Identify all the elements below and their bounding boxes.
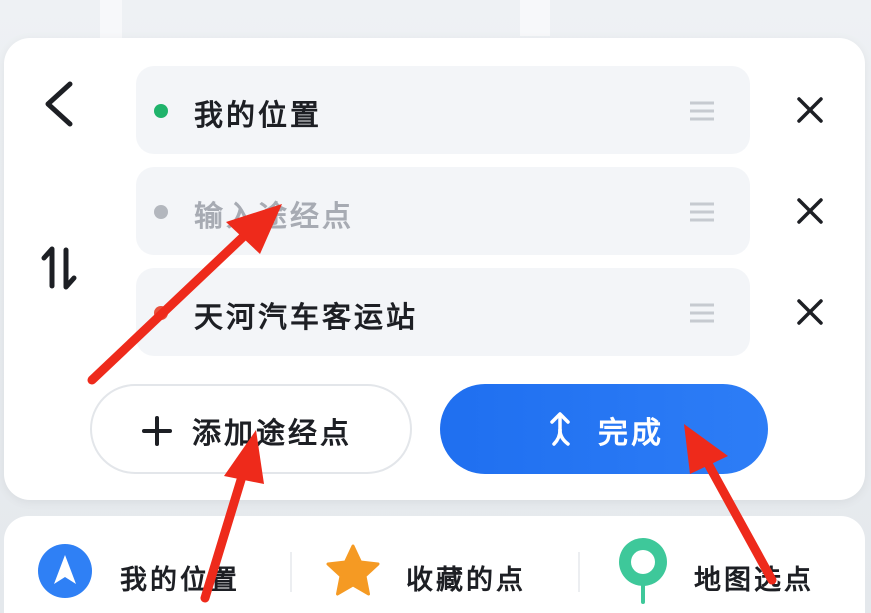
waypoint-field[interactable]: 输入途经点 [136,167,750,255]
waypoint-dot-icon [154,205,168,219]
add-waypoint-button[interactable]: 添加途经点 [90,384,412,474]
quick-my-location-label: 我的位置 [120,565,240,596]
drag-handle-icon[interactable] [688,201,716,223]
quick-map-pick-label: 地图选点 [694,565,814,596]
origin-label: 我的位置 [194,98,323,132]
remove-origin-button[interactable] [788,88,832,132]
destination-dot-icon [154,306,168,320]
navigation-arrow-icon [38,544,92,598]
plus-icon [142,416,172,446]
map-pin-icon [619,538,667,604]
quick-favorites[interactable]: 收藏的点 [324,538,564,608]
remove-destination-button[interactable] [788,290,832,334]
divider [290,552,292,592]
done-label: 完成 [598,416,664,451]
close-icon [797,299,823,325]
map-road [100,0,122,40]
close-icon [797,97,823,123]
back-button[interactable] [36,74,82,134]
swap-arrows-icon [41,246,77,290]
remove-waypoint-button[interactable] [788,189,832,233]
quick-map-pick[interactable]: 地图选点 [614,538,854,608]
drag-handle-icon[interactable] [688,100,716,122]
done-button[interactable]: 完成 [440,384,768,474]
origin-field[interactable]: 我的位置 [136,66,750,154]
star-icon [326,544,380,596]
destination-field[interactable]: 天河汽车客运站 [136,268,750,356]
close-icon [797,198,823,224]
divider [578,552,580,592]
route-turn-icon [550,412,570,446]
swap-route-button[interactable] [38,244,82,292]
origin-dot-icon [154,104,168,118]
quick-my-location[interactable]: 我的位置 [36,538,276,608]
chevron-left-icon [45,81,73,127]
destination-label: 天河汽车客运站 [194,300,419,334]
map-road [520,0,550,36]
quick-favorites-label: 收藏的点 [406,565,526,596]
drag-handle-icon[interactable] [688,302,716,324]
add-waypoint-label: 添加途经点 [192,416,353,450]
waypoint-placeholder: 输入途经点 [194,199,355,233]
